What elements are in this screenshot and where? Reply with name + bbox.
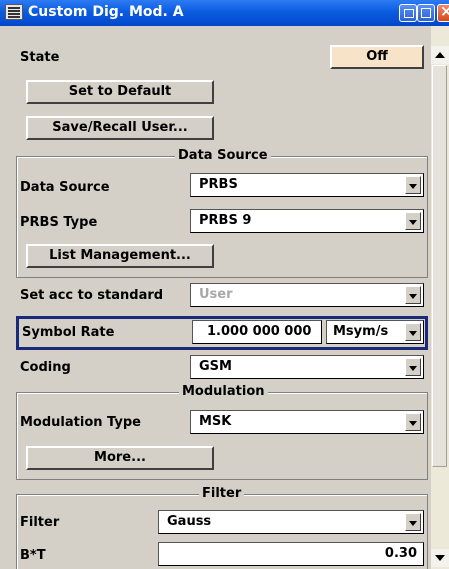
chevron-down-icon[interactable] [405, 212, 421, 230]
scroll-down-arrow-icon[interactable] [431, 549, 449, 567]
more-button[interactable]: More... [26, 446, 214, 470]
coding-value: GSM [199, 359, 232, 374]
vertical-scrollbar[interactable] [431, 26, 449, 569]
list-management-button[interactable]: List Management... [26, 244, 214, 268]
prbs-type-label: PRBS Type [20, 215, 98, 230]
symbol-rate-label: Symbol Rate [22, 325, 115, 340]
data-source-value: PRBS [199, 177, 238, 192]
coding-label: Coding [20, 360, 71, 375]
prbs-type-value: PRBS 9 [199, 213, 252, 228]
coding-select[interactable]: GSM [190, 355, 424, 379]
chevron-down-icon[interactable] [405, 413, 421, 431]
maximize-button[interactable] [417, 4, 435, 22]
modulation-group-title: Modulation [179, 384, 268, 399]
symbol-rate-unit-select[interactable]: Msym/s [326, 320, 424, 344]
chevron-down-icon[interactable] [405, 513, 421, 531]
modulation-type-select[interactable]: MSK [190, 410, 424, 434]
filter-select[interactable]: Gauss [158, 510, 424, 534]
set-to-default-button[interactable]: Set to Default [26, 80, 214, 104]
set-acc-standard-value: User [199, 287, 233, 302]
chevron-down-icon[interactable] [405, 176, 421, 194]
bt-label: B*T [20, 548, 46, 563]
data-source-select[interactable]: PRBS [190, 173, 424, 197]
chevron-down-icon[interactable] [405, 358, 421, 376]
bt-value: 0.30 [384, 546, 417, 561]
state-toggle-button[interactable]: Off [330, 45, 424, 69]
data-source-label: Data Source [20, 180, 110, 195]
scroll-thumb[interactable] [432, 65, 447, 467]
symbol-rate-input[interactable]: 1.000 000 000 [192, 320, 322, 344]
title-bar[interactable]: Custom Dig. Mod. A [0, 0, 449, 26]
filter-group-title: Filter [199, 486, 245, 501]
save-recall-user-button[interactable]: Save/Recall User... [26, 116, 214, 140]
symbol-rate-value: 1.000 000 000 [207, 324, 312, 339]
chevron-down-icon[interactable] [405, 323, 421, 341]
close-button[interactable] [437, 2, 449, 22]
data-source-group-title: Data Source [175, 148, 271, 163]
modulation-type-value: MSK [199, 414, 232, 429]
app-icon [5, 4, 23, 20]
minimize-button[interactable] [399, 4, 417, 22]
filter-value: Gauss [167, 514, 212, 529]
scroll-up-arrow-icon[interactable] [431, 46, 449, 64]
set-acc-standard-select[interactable]: User [190, 283, 424, 307]
window-title: Custom Dig. Mod. A [28, 4, 184, 20]
set-acc-standard-label: Set acc to standard [20, 288, 164, 303]
filter-label: Filter [20, 515, 60, 530]
custom-dig-mod-window: Custom Dig. Mod. A State Off Set to Defa… [0, 0, 449, 569]
state-label: State [20, 50, 60, 65]
symbol-rate-unit: Msym/s [333, 324, 389, 339]
bt-input[interactable]: 0.30 [158, 542, 424, 566]
modulation-type-label: Modulation Type [20, 415, 141, 430]
prbs-type-select[interactable]: PRBS 9 [190, 209, 424, 233]
chevron-down-icon[interactable] [405, 286, 421, 304]
